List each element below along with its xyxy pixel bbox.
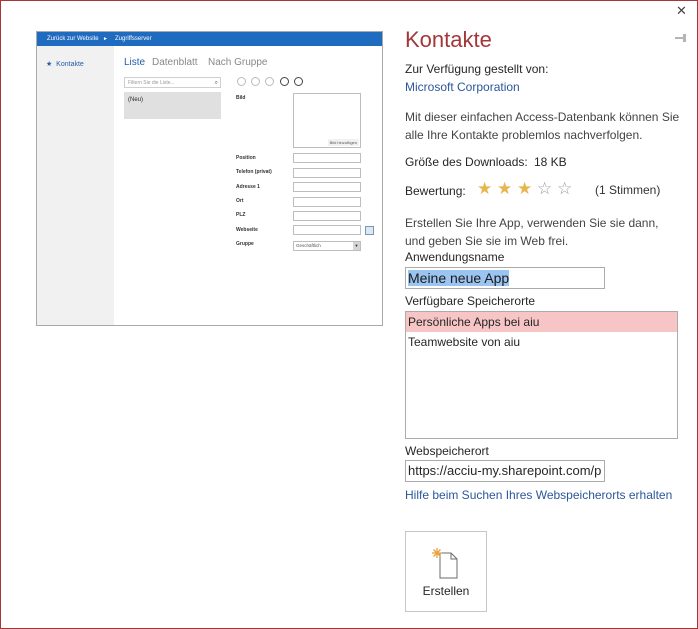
preview-tab-group: Nach Gruppe: [208, 57, 268, 68]
locations-label: Verfügbare Speicherorte: [405, 294, 536, 308]
star-filled-icon: ★: [516, 179, 533, 198]
rating-label: Bewertung:: [405, 184, 466, 198]
download-size-label: Größe des Downloads:: [405, 155, 528, 169]
preview-edit-icon: [265, 77, 274, 86]
star-filled-icon: ★: [496, 179, 513, 198]
locations-listbox[interactable]: Persönliche Apps bei aiu Teamwebsite von…: [405, 311, 678, 439]
provided-by-label: Zur Verfügung gestellt von:: [405, 62, 549, 76]
rating-stars: ★ ★ ★ ☆ ☆: [477, 179, 572, 199]
preview-field-label: Telefon (privat): [236, 169, 272, 175]
preview-sidebar-item: ★ Kontakte: [46, 61, 84, 68]
preview-field-box: [293, 182, 361, 192]
preview-field-box: [293, 153, 361, 163]
preview-group-value: Geschäftlich: [296, 243, 321, 248]
web-location-input[interactable]: https://acciu-my.sharepoint.com/p: [405, 460, 605, 482]
preview-delete-icon: [251, 77, 260, 86]
preview-field-box: [293, 197, 361, 207]
preview-save-icon: [280, 77, 289, 86]
preview-field-label: Adresse 1: [236, 184, 260, 190]
preview-picture-box: Bild hinzufügen: [293, 93, 361, 148]
preview-search: Filtern Sie die Liste... ⌕: [124, 77, 221, 88]
preview-tab-datasheet: Datenblatt: [152, 57, 198, 68]
preview-field-box: [293, 225, 361, 235]
preview-field-box: [293, 168, 361, 178]
preview-field-label: Webseite: [236, 227, 258, 233]
app-title: Kontakte: [405, 27, 492, 52]
preview-search-icon: ⌕: [214, 80, 218, 86]
web-location-label: Webspeicherort: [405, 444, 489, 458]
rating-votes: (1 Stimmen): [595, 183, 661, 197]
new-document-icon: [432, 548, 458, 579]
preview-field-label: Gruppe: [236, 241, 254, 247]
help-link[interactable]: Hilfe beim Suchen Ihres Webspeicherorts …: [405, 488, 672, 502]
preview-picture-button: Bild hinzufügen: [327, 139, 359, 146]
create-button[interactable]: Erstellen: [405, 531, 487, 612]
download-size-value: 18 KB: [534, 155, 567, 169]
close-icon[interactable]: ✕: [676, 4, 687, 18]
preview-field-label: Ort: [236, 198, 244, 204]
preview-field-label: PLZ: [236, 212, 246, 218]
app-description: Mit dieser einfachen Access-Datenbank kö…: [405, 110, 680, 142]
preview-access-link: Zugriffsserver: [115, 36, 152, 42]
create-button-label: Erstellen: [422, 584, 470, 598]
provider-link[interactable]: Microsoft Corporation: [405, 80, 520, 94]
app-name-input[interactable]: Meine neue App: [405, 267, 605, 289]
preview-field-label: Position: [236, 155, 256, 161]
star-filled-icon: ★: [477, 179, 493, 198]
preview-group-select: Geschäftlich ▼: [293, 241, 361, 251]
preview-arrow-icon: ►: [103, 36, 108, 42]
star-empty-icon: ☆: [556, 179, 573, 198]
create-hint: Erstellen Sie Ihre App, verwenden Sie si…: [405, 216, 659, 248]
preview-dropdown-icon: ▼: [353, 242, 360, 250]
app-preview-image: Zurück zur Website ► Zugriffsserver ★ Ko…: [36, 31, 383, 326]
preview-field-label: Bild: [236, 95, 246, 101]
preview-add-icon: [237, 77, 246, 86]
pin-icon[interactable]: [675, 33, 687, 43]
preview-back-link: Zurück zur Website: [47, 36, 99, 42]
preview-web-icon: [365, 226, 374, 235]
preview-field-box: [293, 211, 361, 221]
preview-sidebar-label: Kontakte: [56, 61, 84, 68]
app-name-label: Anwendungsname: [405, 250, 505, 264]
app-name-value: Meine neue App: [408, 270, 510, 286]
preview-sidebar: ★ Kontakte: [37, 46, 114, 325]
preview-search-placeholder: Filtern Sie die Liste...: [128, 80, 175, 86]
preview-tab-list: Liste: [124, 57, 146, 68]
location-item-team[interactable]: Teamwebsite von aiu: [406, 332, 677, 352]
location-item-personal[interactable]: Persönliche Apps bei aiu: [406, 312, 677, 332]
preview-cancel-icon: [294, 77, 303, 86]
preview-new-item: (Neu): [124, 92, 221, 119]
star-empty-icon: ☆: [536, 179, 553, 198]
preview-topbar: Zurück zur Website ► Zugriffsserver: [37, 32, 382, 46]
